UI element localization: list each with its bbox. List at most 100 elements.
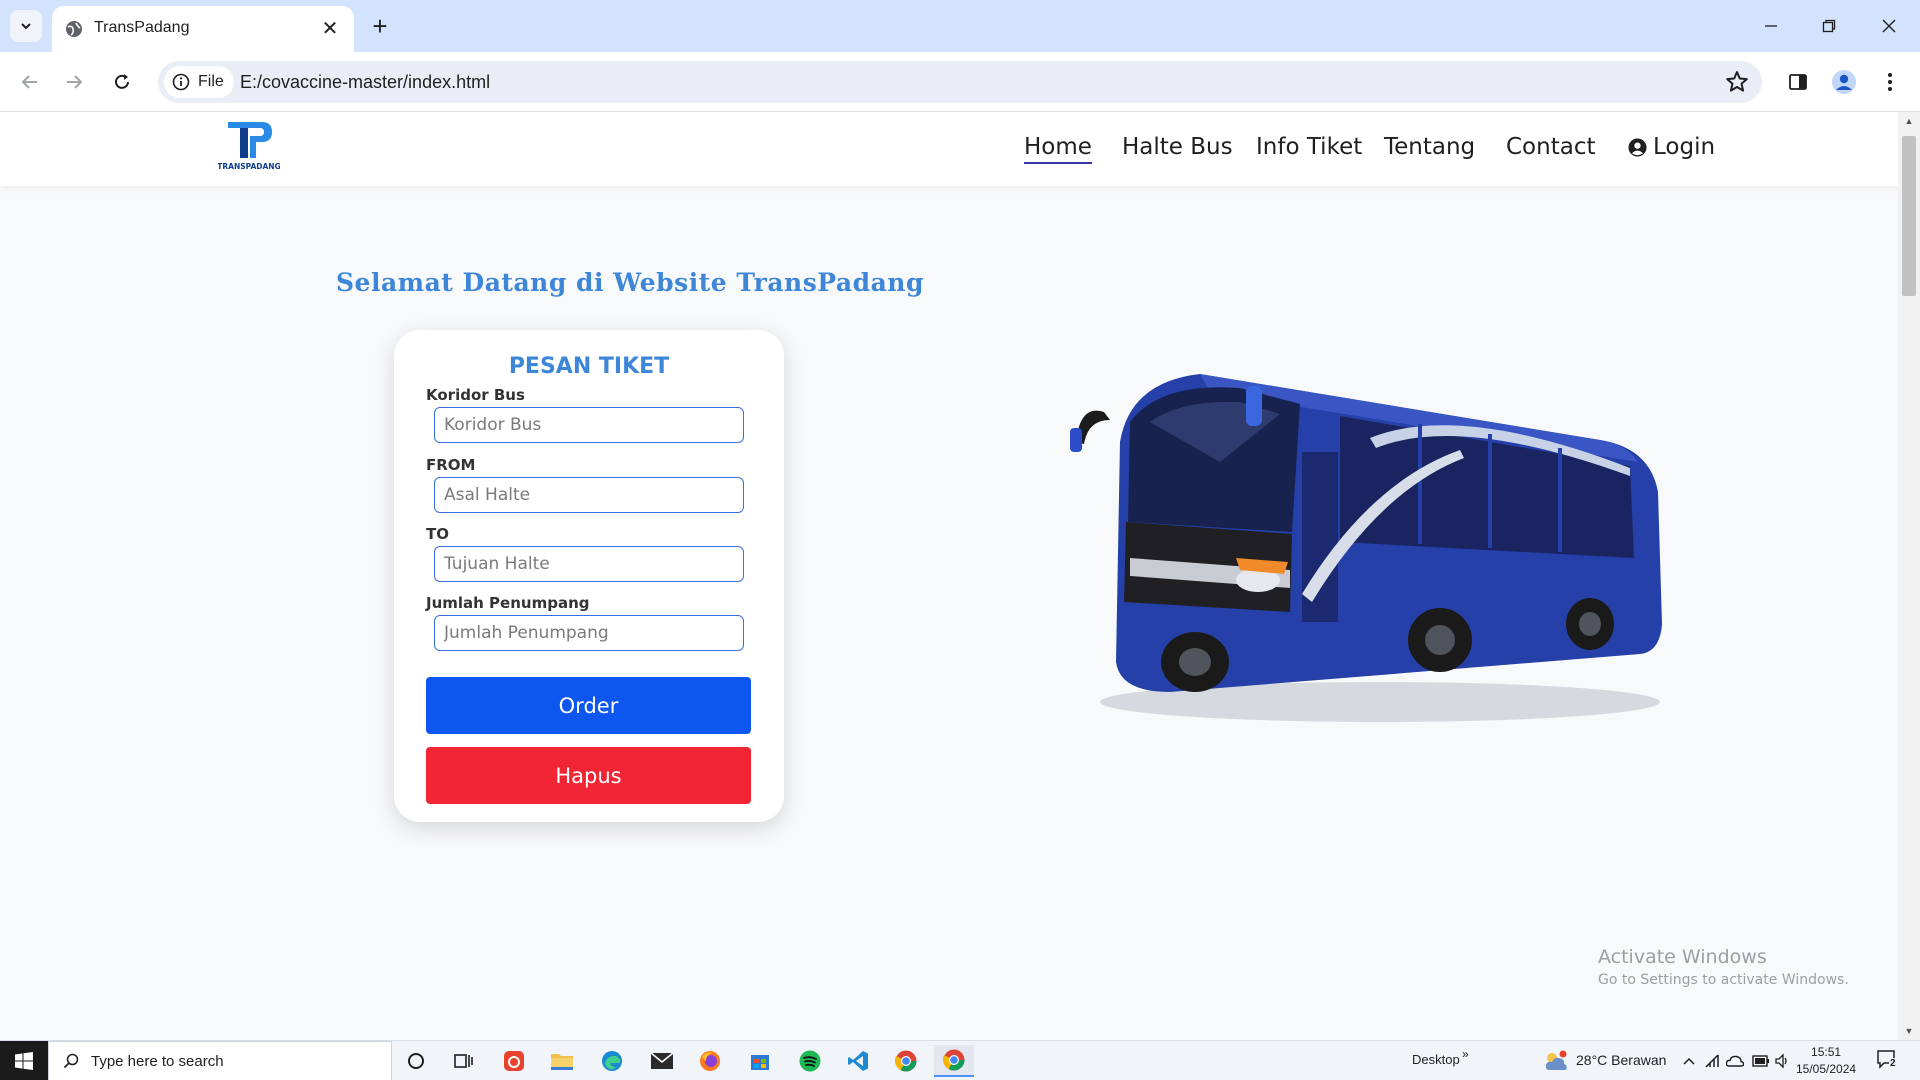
back-button[interactable] <box>14 66 46 98</box>
koridor-label: Koridor Bus <box>426 386 525 404</box>
avatar-icon <box>1832 70 1856 94</box>
bus-illustration <box>1070 374 1662 722</box>
from-input[interactable] <box>434 477 744 513</box>
clock-time: 15:51 <box>1811 1045 1842 1059</box>
taskbar-edge[interactable] <box>592 1045 632 1077</box>
new-tab-button[interactable]: + <box>364 10 396 42</box>
watermark-line-2: Go to Settings to activate Windows. <box>1598 972 1849 988</box>
nav-home[interactable]: Home <box>1024 134 1092 164</box>
menu-button[interactable] <box>1874 66 1906 98</box>
jumlah-label: Jumlah Penumpang <box>426 594 590 612</box>
chrome-icon <box>894 1050 917 1072</box>
notification-center-button[interactable]: 2 <box>1876 1049 1906 1073</box>
app-red-icon <box>504 1051 524 1071</box>
info-icon <box>172 73 190 91</box>
page-viewport: TRANSPADANG Home Halte Bus Info Tiket Te… <box>0 112 1898 1040</box>
desktop-toolbar-label[interactable]: Desktop <box>1412 1052 1460 1067</box>
minimize-icon <box>1765 25 1777 27</box>
nav-info-tiket[interactable]: Info Tiket <box>1256 134 1362 160</box>
jumlah-input[interactable] <box>434 615 744 651</box>
nav-contact[interactable]: Contact <box>1506 134 1595 160</box>
taskbar-chrome-2[interactable] <box>934 1045 974 1077</box>
taskbar-search-placeholder: Type here to search <box>91 1052 224 1070</box>
browser-tab[interactable]: TransPadang ✕ <box>52 6 354 52</box>
edge-icon <box>602 1051 622 1071</box>
profile-button[interactable] <box>1828 66 1860 98</box>
start-button[interactable] <box>0 1041 48 1080</box>
tab-title: TransPadang <box>94 19 190 36</box>
task-view-button[interactable] <box>444 1045 484 1077</box>
address-bar[interactable]: File E:/covaccine-master/index.html <box>158 61 1762 103</box>
to-input[interactable] <box>434 546 744 582</box>
taskbar-chrome-1[interactable] <box>886 1045 926 1077</box>
scroll-thumb[interactable] <box>1902 136 1916 296</box>
hapus-button[interactable]: Hapus <box>426 747 751 804</box>
taskbar-file-explorer[interactable] <box>542 1045 582 1077</box>
activate-windows-watermark: Activate Windows Go to Settings to activ… <box>1598 946 1849 988</box>
close-icon <box>1882 19 1896 33</box>
vscode-icon <box>848 1051 868 1071</box>
koridor-input[interactable] <box>434 407 744 443</box>
store-icon <box>751 1055 769 1070</box>
nav-halte-bus[interactable]: Halte Bus <box>1122 134 1233 160</box>
clock-date: 15/05/2024 <box>1796 1062 1857 1076</box>
reload-button[interactable] <box>106 66 138 98</box>
volume-icon[interactable] <box>1774 1053 1790 1069</box>
toolbar-expand-icon[interactable]: » <box>1462 1047 1469 1061</box>
login-label: Login <box>1653 134 1716 160</box>
browser-tabstrip: TransPadang ✕ + <box>0 0 1920 52</box>
site-chip-label: File <box>198 73 224 90</box>
folder-icon <box>551 1054 573 1070</box>
to-label: TO <box>426 525 449 543</box>
forward-button[interactable] <box>58 66 90 98</box>
cortana-circle-icon <box>408 1053 424 1069</box>
restore-button[interactable] <box>1806 8 1852 44</box>
tab-search-button[interactable] <box>10 10 42 42</box>
order-form-card: PESAN TIKET Koridor Bus FROM TO Jumlah P… <box>394 330 784 822</box>
weather-text[interactable]: 28°C Berawan <box>1576 1052 1666 1068</box>
site-info-chip[interactable]: File <box>164 66 234 98</box>
close-tab-icon[interactable]: ✕ <box>318 16 342 40</box>
chrome-icon <box>942 1049 965 1071</box>
taskbar-firefox[interactable] <box>690 1045 730 1077</box>
form-title: PESAN TIKET <box>508 354 670 379</box>
tray-chevron-up-icon[interactable] <box>1682 1054 1696 1068</box>
logo-text: TRANSPADANG <box>218 162 280 171</box>
battery-icon[interactable] <box>1752 1054 1770 1068</box>
system-clock[interactable]: 15:51 15/05/2024 <box>1796 1044 1856 1078</box>
watermark-line-1: Activate Windows <box>1598 946 1767 968</box>
network-icon[interactable] <box>1704 1053 1720 1069</box>
taskbar-spotify[interactable] <box>790 1045 830 1077</box>
minimize-button[interactable] <box>1748 8 1794 44</box>
nav-tentang[interactable]: Tentang <box>1384 134 1475 160</box>
scroll-down-icon[interactable]: ▼ <box>1898 1022 1920 1040</box>
spotify-icon <box>799 1050 821 1072</box>
forward-arrow-icon <box>67 75 83 89</box>
firefox-icon <box>700 1051 720 1071</box>
search-icon <box>63 1053 79 1069</box>
nav-login[interactable]: Login <box>1628 134 1715 160</box>
weather-cloud-icon[interactable] <box>1544 1050 1568 1072</box>
taskbar-search[interactable]: Type here to search <box>48 1041 392 1080</box>
browser-toolbar: File E:/covaccine-master/index.html <box>0 52 1920 112</box>
scroll-up-icon[interactable]: ▲ <box>1898 112 1920 130</box>
restore-icon <box>1822 19 1836 33</box>
side-panel-button[interactable] <box>1782 66 1814 98</box>
cortana-button[interactable] <box>396 1045 436 1077</box>
windows-logo-icon <box>15 1052 33 1070</box>
site-header: TRANSPADANG Home Halte Bus Info Tiket Te… <box>0 112 1898 186</box>
taskbar-store[interactable] <box>740 1045 780 1077</box>
page-scrollbar[interactable]: ▲ ▼ <box>1898 112 1920 1040</box>
welcome-heading: Selamat Datang di Website TransPadang <box>336 268 924 297</box>
taskbar-mail[interactable] <box>642 1045 682 1077</box>
taskbar-app-red[interactable] <box>494 1045 534 1077</box>
order-button[interactable]: Order <box>426 677 751 734</box>
onedrive-cloud-icon[interactable] <box>1726 1053 1744 1069</box>
taskbar-vscode[interactable] <box>838 1045 878 1077</box>
chevron-down-icon <box>21 23 31 30</box>
url-text[interactable]: E:/covaccine-master/index.html <box>240 72 490 93</box>
bookmark-star-icon[interactable] <box>1724 69 1750 95</box>
transpadang-logo[interactable]: TRANSPADANG <box>218 118 280 172</box>
side-panel-icon <box>1789 74 1807 90</box>
close-window-button[interactable] <box>1866 8 1912 44</box>
